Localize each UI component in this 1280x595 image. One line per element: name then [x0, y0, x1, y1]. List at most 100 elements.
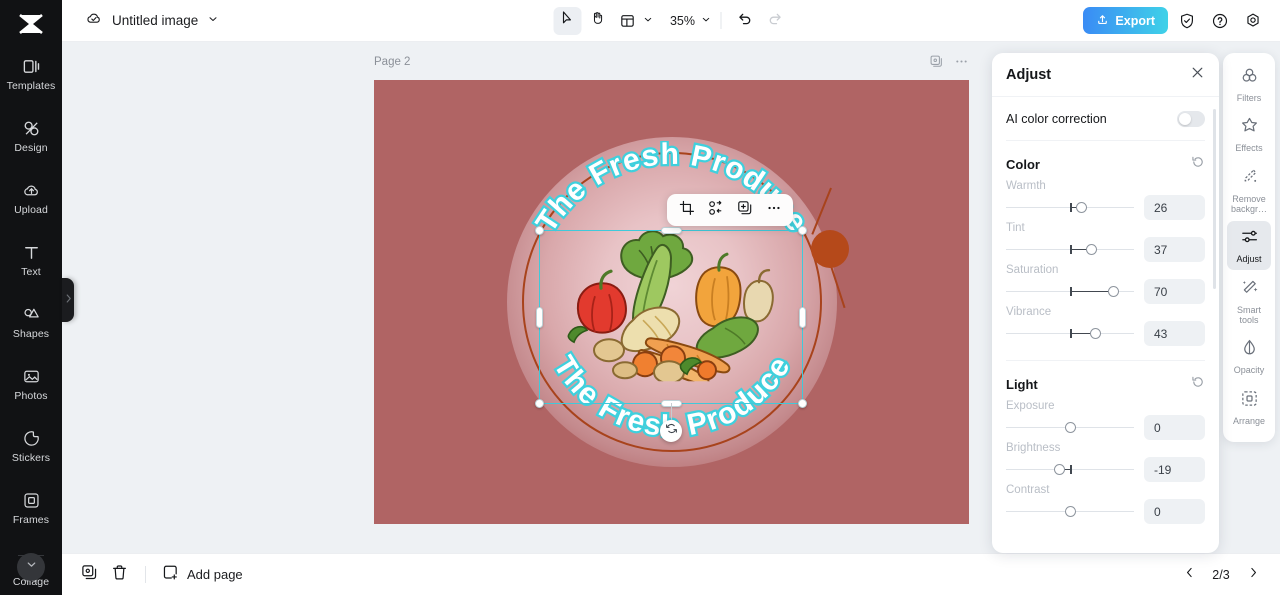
slider-label: Warmth: [1006, 180, 1046, 192]
export-button[interactable]: Export: [1083, 7, 1168, 34]
resize-handle-bottom-left[interactable]: [535, 399, 544, 408]
slider-value-input[interactable]: 0: [1144, 499, 1205, 524]
more-horizontal-icon: [766, 200, 782, 221]
sidebar-item-design[interactable]: Design: [0, 110, 62, 162]
sidebar-item-stickers[interactable]: Stickers: [0, 420, 62, 472]
rail-item-adjust[interactable]: Adjust: [1227, 221, 1271, 270]
adjust-section-header-color: Color: [1006, 155, 1205, 174]
sidebar-item-templates[interactable]: Templates: [0, 48, 62, 100]
page-canvas[interactable]: The Fresh Produce The Fresh Produce: [374, 80, 969, 524]
duplicate-icon[interactable]: [929, 54, 944, 69]
more-button[interactable]: [760, 197, 787, 224]
shield-check-icon[interactable]: [1173, 7, 1201, 35]
sidebar-item-upload[interactable]: Upload: [0, 172, 62, 224]
rotate-handle[interactable]: [660, 420, 682, 442]
resize-handle-top[interactable]: [661, 227, 682, 234]
text-icon: [21, 242, 42, 263]
adjust-sections: Color Warmth 26 Tint 37 Saturation 70 Vibrance 4…: [1006, 155, 1205, 524]
duplicate-button[interactable]: [731, 197, 758, 224]
undo-button[interactable]: [731, 7, 759, 35]
slider-knob[interactable]: [1108, 285, 1120, 297]
slider-row-tint: Tint 37: [1006, 222, 1205, 262]
hand-tool-button[interactable]: [584, 7, 612, 35]
hand-icon: [590, 10, 606, 31]
resize-handle-top-left[interactable]: [535, 226, 544, 235]
sidebar-item-label: Design: [14, 142, 48, 154]
rail-item-smart-tools[interactable]: Smart tools: [1227, 272, 1271, 331]
cloud-saved-icon: [85, 9, 103, 32]
slider-track[interactable]: [1006, 461, 1134, 479]
sidebar-item-shapes[interactable]: Shapes: [0, 296, 62, 348]
slider-knob[interactable]: [1090, 327, 1102, 339]
adjust-panel: Adjust AI color correction Color Warmth 26…: [992, 53, 1219, 553]
sidebar-item-text[interactable]: Text: [0, 234, 62, 286]
adjust-panel-title: Adjust: [1006, 66, 1052, 83]
chevron-down-icon: [25, 558, 38, 576]
ai-color-correction-row[interactable]: AI color correction: [1006, 97, 1205, 141]
rail-item-opacity[interactable]: Opacity: [1227, 332, 1271, 380]
slider-center-tick: [1070, 464, 1072, 474]
resize-handle-bottom-right[interactable]: [798, 399, 807, 408]
slider-track[interactable]: [1006, 503, 1134, 521]
resize-handle-left[interactable]: [536, 307, 543, 328]
ai-color-correction-toggle[interactable]: [1177, 110, 1205, 127]
slider-value-input[interactable]: 26: [1144, 195, 1205, 220]
slider-track[interactable]: [1006, 419, 1134, 437]
slider-knob[interactable]: [1064, 505, 1076, 517]
left-sidebar: Templates Design Upload Text Shapes Phot…: [0, 0, 62, 595]
rail-item-filters[interactable]: Filters: [1227, 60, 1271, 108]
adjust-panel-scrollbar[interactable]: [1213, 109, 1216, 289]
resize-handle-right[interactable]: [799, 307, 806, 328]
adjust-section-title: Light: [1006, 377, 1038, 392]
slider-value-input[interactable]: 43: [1144, 321, 1205, 346]
slider-knob[interactable]: [1076, 201, 1088, 213]
selection-box[interactable]: [535, 226, 807, 442]
gear-icon[interactable]: [1239, 7, 1267, 35]
crop-button[interactable]: [673, 197, 700, 224]
sidebar-item-frames[interactable]: Frames: [0, 482, 62, 534]
chevron-right-icon: [1247, 566, 1260, 584]
rail-item-arrange[interactable]: Arrange: [1227, 383, 1271, 431]
slider-track[interactable]: [1006, 283, 1134, 301]
sidebar-collapse-handle[interactable]: [62, 278, 74, 322]
previous-page-button[interactable]: [1175, 561, 1203, 589]
select-tool-button[interactable]: [553, 6, 582, 35]
document-title-button[interactable]: Untitled image: [85, 9, 219, 32]
slider-track[interactable]: [1006, 199, 1134, 217]
slider-label: Brightness: [1006, 442, 1061, 454]
redo-button[interactable]: [761, 7, 789, 35]
next-page-button[interactable]: [1239, 561, 1267, 589]
slider-value-input[interactable]: -19: [1144, 457, 1205, 482]
slider-track[interactable]: [1006, 241, 1134, 259]
rail-item-remove-backgr[interactable]: Remove backgr…: [1227, 161, 1271, 220]
resize-handle-top-right[interactable]: [798, 226, 807, 235]
slider-knob[interactable]: [1054, 463, 1066, 475]
reset-icon[interactable]: [1191, 375, 1205, 394]
slider-row-exposure: Exposure 0: [1006, 400, 1205, 440]
zoom-level-button[interactable]: 35%: [666, 12, 712, 30]
rail-item-effects[interactable]: Effects: [1227, 110, 1271, 158]
add-page-button[interactable]: Add page: [158, 564, 247, 586]
sidebar-expand-button[interactable]: [17, 553, 45, 581]
slider-value-input[interactable]: 0: [1144, 415, 1205, 440]
slider-value-input[interactable]: 70: [1144, 279, 1205, 304]
delete-page-button[interactable]: [105, 561, 133, 589]
slider-knob[interactable]: [1064, 421, 1076, 433]
replace-button[interactable]: [702, 197, 729, 224]
duplicate-page-button[interactable]: [75, 561, 103, 589]
reset-icon[interactable]: [1191, 155, 1205, 174]
rail-item-label: Filters: [1236, 93, 1262, 103]
layout-tool-button[interactable]: [614, 7, 654, 35]
capcut-logo-icon[interactable]: [14, 12, 48, 36]
slider-knob[interactable]: [1086, 243, 1098, 255]
question-mark-icon[interactable]: [1206, 7, 1234, 35]
close-icon[interactable]: [1190, 65, 1205, 85]
more-horizontal-icon[interactable]: [954, 54, 969, 69]
slider-track[interactable]: [1006, 325, 1134, 343]
sidebar-item-label: Stickers: [11, 452, 51, 464]
rotate-icon: [665, 422, 678, 440]
sidebar-item-photos[interactable]: Photos: [0, 358, 62, 410]
sidebar-bottom: [0, 553, 62, 589]
slider-value-input[interactable]: 37: [1144, 237, 1205, 262]
cursor-arrow-icon: [560, 10, 576, 31]
